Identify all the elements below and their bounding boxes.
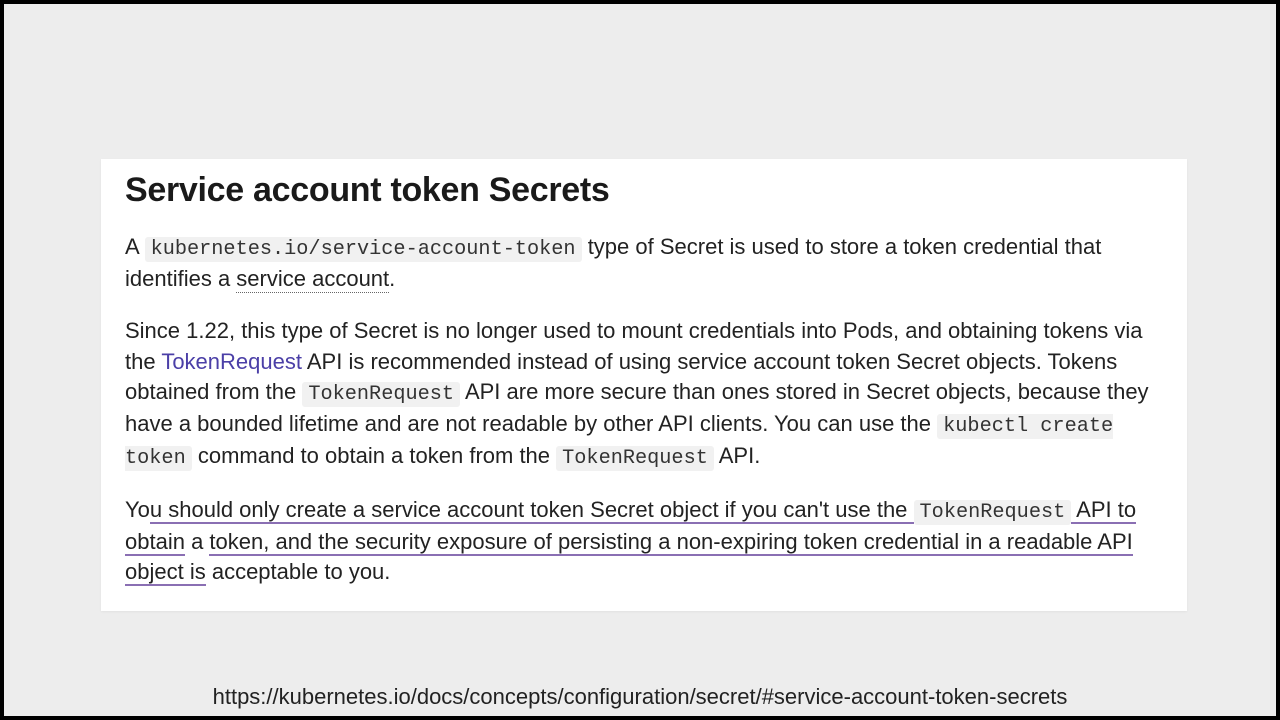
p2-text-5: API. [714,443,760,468]
code-tokenrequest-2: TokenRequest [556,446,714,471]
glossary-service-account[interactable]: service account [236,266,389,293]
p1-text-3: . [389,266,395,291]
code-tokenrequest-3: TokenRequest [914,500,1072,525]
paragraph-2: Since 1.22, this type of Secret is no lo… [125,316,1163,472]
code-secret-type: kubernetes.io/service-account-token [145,237,582,262]
p3-text-2: a [185,529,209,554]
doc-card: Service account token Secrets A kubernet… [101,159,1187,611]
doc-heading: Service account token Secrets [125,171,1163,210]
highlight-line-1a: u should only create a service account t… [150,497,914,524]
source-url: https://kubernetes.io/docs/concepts/conf… [4,684,1276,710]
p3-text-1: Yo [125,497,150,522]
paragraph-3: You should only create a service account… [125,495,1163,588]
p1-text-1: A [125,234,145,259]
code-tokenrequest-1: TokenRequest [302,382,460,407]
paragraph-1: A kubernetes.io/service-account-token ty… [125,232,1163,294]
link-tokenrequest[interactable]: TokenRequest [161,349,302,374]
p3-text-3: acceptable to you. [206,559,391,584]
p2-text-4: command to obtain a token from the [192,443,556,468]
